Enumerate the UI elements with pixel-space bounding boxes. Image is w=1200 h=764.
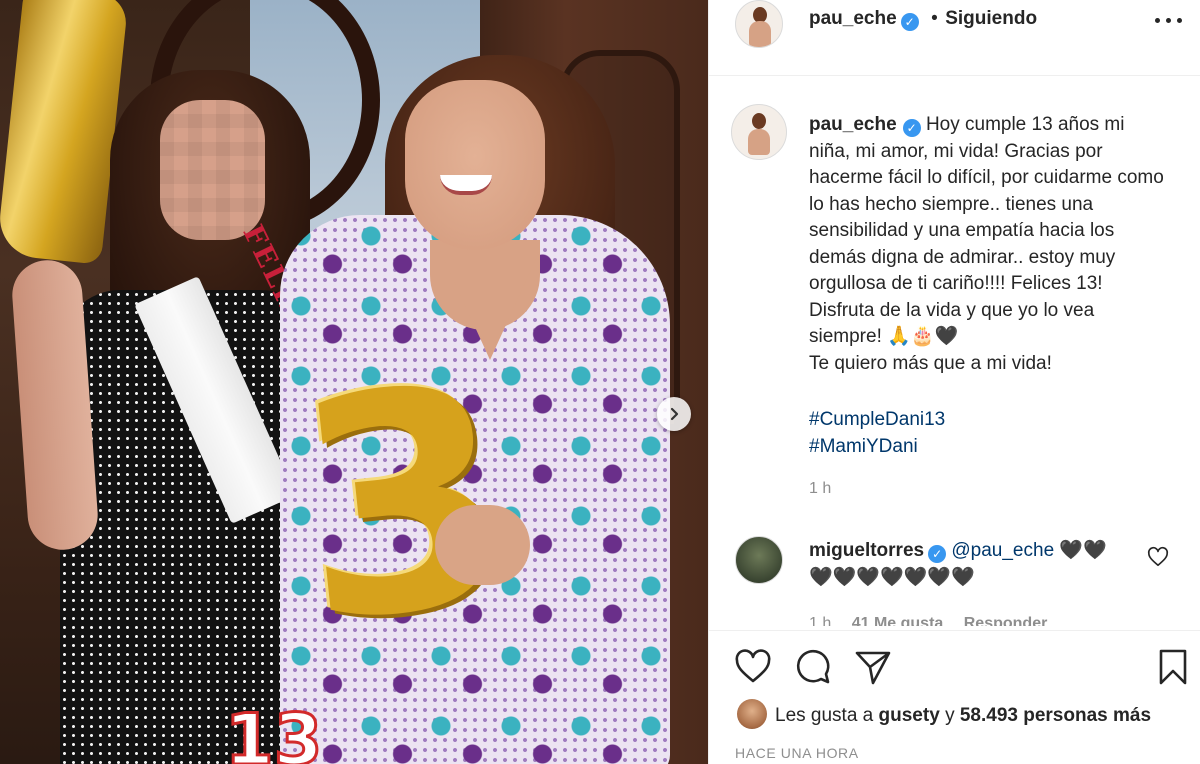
post-photo[interactable]: FELIZ CUM 3 13 — [0, 0, 708, 764]
likes-conjunction: y — [945, 705, 955, 726]
author-avatar[interactable] — [735, 0, 783, 48]
caption-text-line2: Te quiero más que a mi vida! — [809, 352, 1052, 374]
caption-author-avatar[interactable] — [731, 104, 787, 160]
comment-reply-button[interactable]: Responder — [964, 615, 1048, 626]
verified-badge-icon: ✓ — [900, 13, 919, 31]
chevron-right-icon — [670, 407, 679, 421]
comment-likes-count[interactable]: 41 Me gusta — [852, 615, 944, 626]
post-actions: Les gusta a gusety y 58.493 personas más… — [709, 630, 1200, 764]
author-username[interactable]: pau_eche — [809, 8, 897, 29]
comment-age: 1 h — [809, 615, 832, 626]
caption-age[interactable]: 1 h — [809, 480, 831, 498]
header-separator: • — [931, 8, 938, 29]
comment-text: 🖤🖤 — [1054, 540, 1107, 561]
verified-badge-icon: ✓ — [928, 545, 947, 563]
caption-text: Hoy cumple 13 años mi niña, mi amor, mi … — [809, 114, 1164, 347]
comment-text-line2: 🖤🖤🖤🖤🖤🖤🖤 — [809, 566, 975, 588]
girl-face-pixelated — [160, 100, 265, 240]
caption-hashtags: #CumpleDani13 #MamiYDani — [809, 406, 945, 460]
comment: migueltorres ✓ @pau_eche 🖤🖤 🖤🖤🖤🖤🖤🖤🖤 — [809, 538, 1139, 591]
likes-prefix: Les gusta a — [775, 705, 874, 726]
post-side-panel: pau_eche ✓ • Siguiendo pau_eche ✓ Hoy cump… — [708, 0, 1200, 764]
comment-icon[interactable] — [793, 647, 833, 687]
likes-count[interactable]: 58.493 personas más — [960, 705, 1151, 726]
header-user-line: pau_eche ✓ • Siguiendo — [809, 8, 1037, 31]
hashtag-link[interactable]: #CumpleDani13 — [809, 406, 945, 433]
carousel-next-button[interactable] — [657, 397, 691, 431]
follow-status-button[interactable]: Siguiendo — [945, 8, 1037, 29]
post-header: pau_eche ✓ • Siguiendo — [709, 0, 1200, 76]
caption-username[interactable]: pau_eche — [809, 114, 897, 135]
liker-avatar[interactable] — [737, 699, 767, 729]
hashtag-link[interactable]: #MamiYDani — [809, 433, 945, 460]
comment-like-heart-icon[interactable] — [1147, 546, 1169, 568]
likes-summary: Les gusta a gusety y 58.493 personas más — [775, 705, 1151, 727]
post-caption: pau_eche ✓ Hoy cumple 13 años mi niña, mi… — [809, 112, 1169, 377]
woman-hand — [435, 505, 530, 585]
comment-mention[interactable]: @pau_eche — [951, 540, 1054, 561]
more-options-icon[interactable] — [1155, 18, 1185, 23]
verified-badge-icon: ✓ — [902, 119, 921, 137]
cake-candle-number: 13 — [224, 699, 324, 764]
share-icon[interactable] — [853, 647, 893, 687]
woman-face — [405, 80, 545, 250]
commenter-username[interactable]: migueltorres — [809, 540, 924, 561]
liker-username[interactable]: gusety — [879, 705, 940, 726]
post-timestamp[interactable]: HACE UNA HORA — [735, 745, 859, 761]
bookmark-icon[interactable] — [1153, 647, 1193, 687]
comment-meta: 1 h 41 Me gusta Responder — [809, 612, 1063, 626]
commenter-avatar[interactable] — [735, 536, 783, 584]
heart-icon[interactable] — [733, 647, 773, 687]
